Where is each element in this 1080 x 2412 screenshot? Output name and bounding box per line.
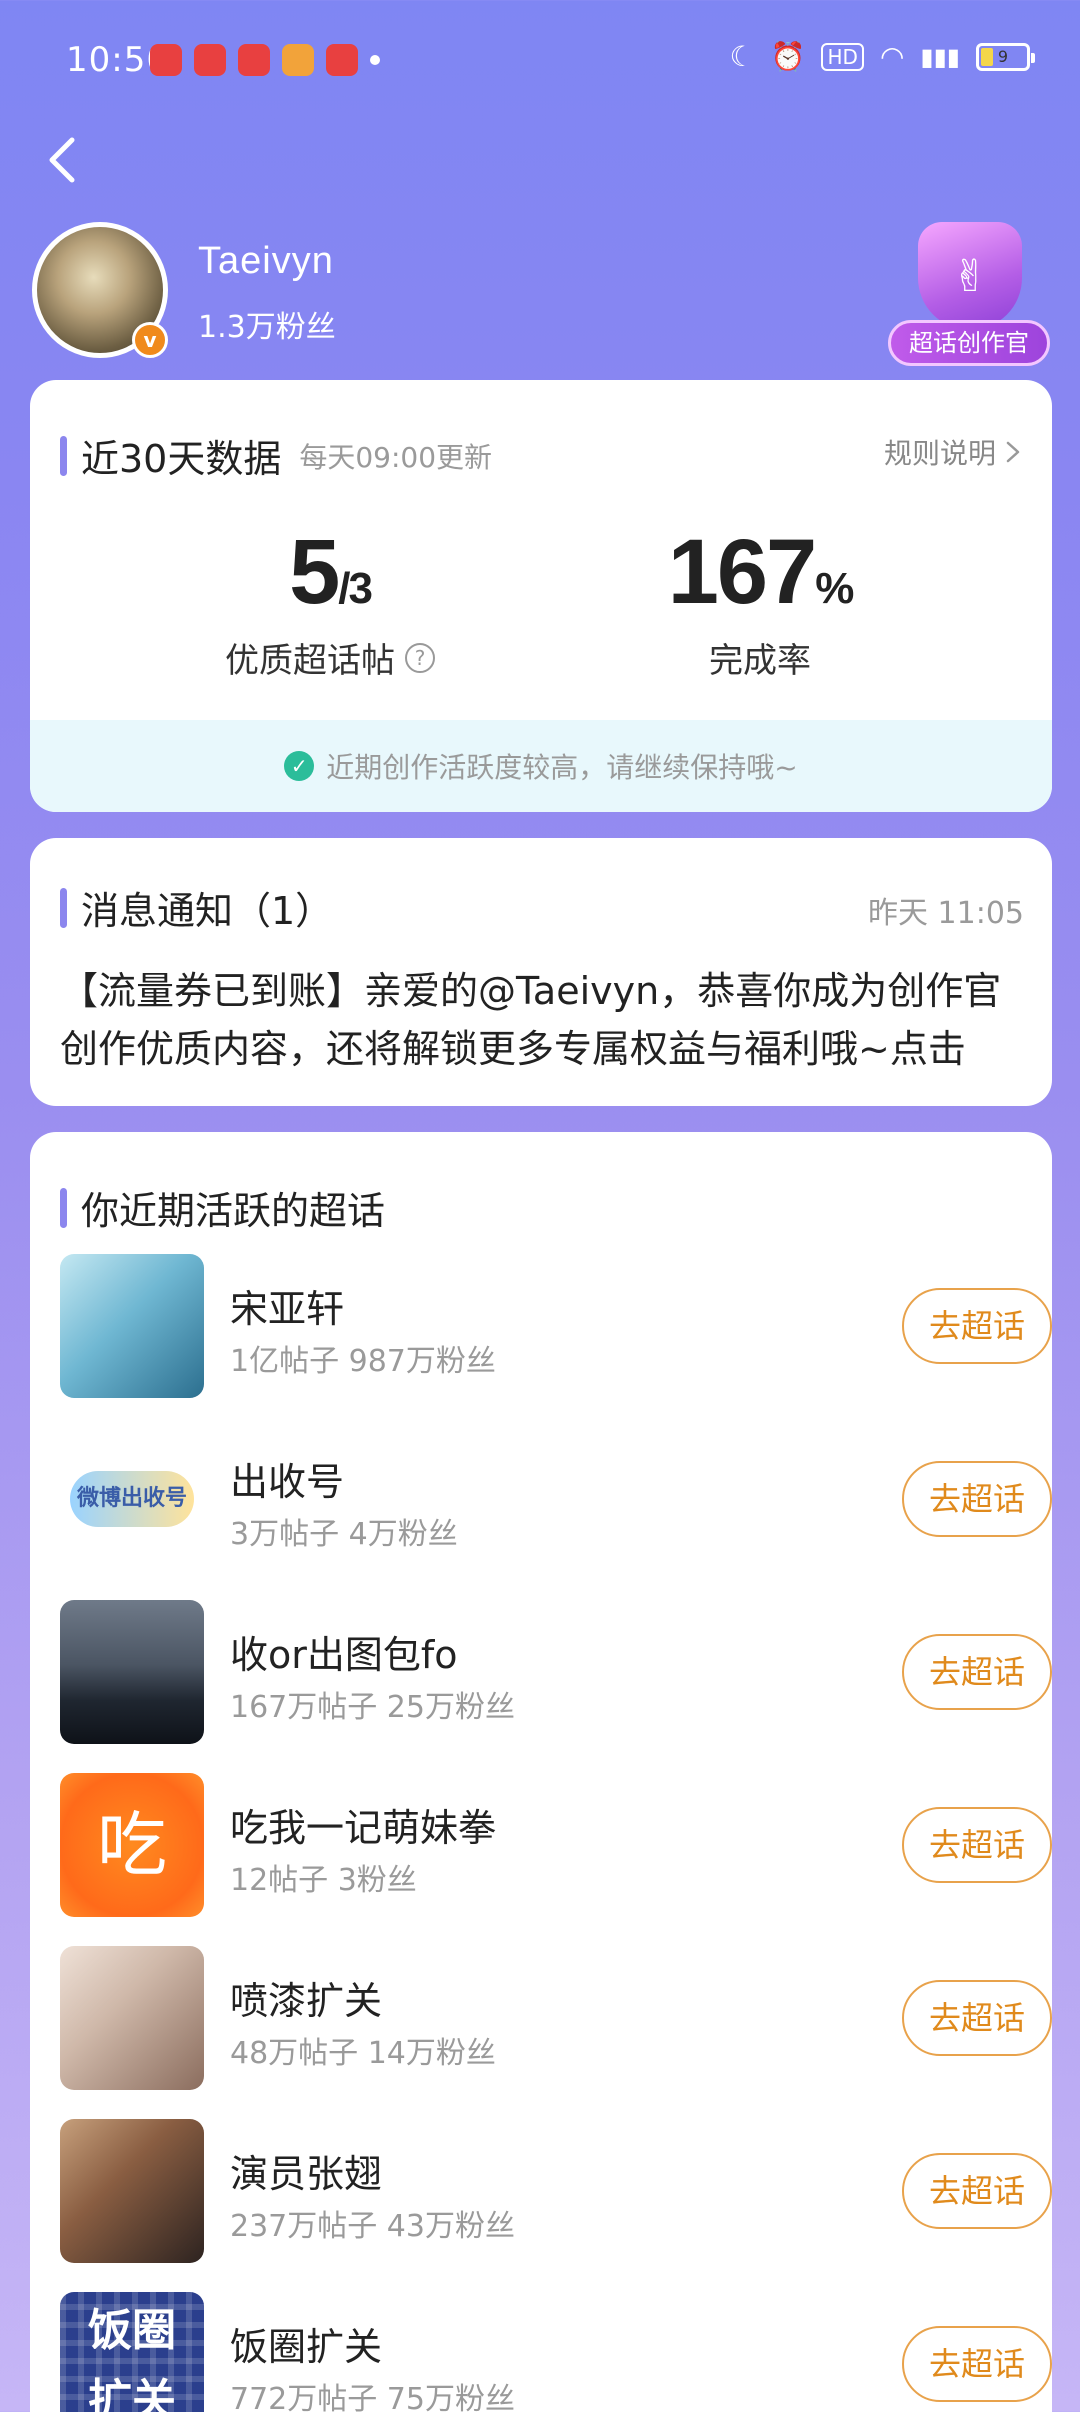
go-topic-button[interactable]: 去超话 bbox=[902, 1634, 1052, 1710]
back-button[interactable] bbox=[34, 130, 94, 190]
netease-music-icon bbox=[238, 44, 270, 76]
chevron-right-icon bbox=[1006, 441, 1020, 463]
topic-name: 饭圈扩关 bbox=[230, 2325, 383, 2369]
topic-thumbnail: 微博出收号 bbox=[60, 1427, 204, 1571]
completion-value: 167 bbox=[667, 521, 817, 623]
title-accent-bar bbox=[60, 887, 67, 928]
topic-stats: 237万帖子 43万粉丝 bbox=[230, 2209, 515, 2244]
stats-update-time: 每天09:00更新 bbox=[299, 440, 493, 474]
hd-icon: HD bbox=[821, 42, 864, 71]
status-bar: 10:50 ☾ ⏰ HD ◠ ▮▮▮ 9 bbox=[0, 0, 1080, 120]
go-topic-button[interactable]: 去超话 bbox=[902, 1288, 1052, 1364]
moon-icon: ☾ bbox=[729, 40, 755, 73]
battery-level: 9 bbox=[997, 47, 1009, 66]
quality-posts-label-row: 优质超话帖 ? bbox=[180, 633, 480, 682]
wifi-icon: ◠ bbox=[879, 40, 905, 73]
system-icons: ☾ ⏰ HD ◠ ▮▮▮ 9 bbox=[729, 40, 1035, 73]
topic-stats: 48万帖子 14万粉丝 bbox=[230, 2036, 496, 2071]
topics-title: 你近期活跃的超话 bbox=[81, 1189, 386, 1233]
go-topic-button[interactable]: 去超话 bbox=[902, 2153, 1052, 2229]
topic-stats: 167万帖子 25万粉丝 bbox=[230, 1690, 515, 1725]
creator-badge-shield-icon: ✌ bbox=[918, 222, 1022, 330]
topic-item[interactable]: 宋亚轩 1亿帖子 987万粉丝 去超话 bbox=[60, 1254, 1052, 1398]
topic-item[interactable]: 吃 吃我一记萌妹拳 12帖子 3粉丝 去超话 bbox=[60, 1773, 1052, 1917]
stats-title: 近30天数据 bbox=[81, 437, 282, 481]
topic-name: 喷漆扩关 bbox=[230, 1979, 383, 2023]
creator-badge[interactable]: ✌ 超话创作官 bbox=[888, 222, 1050, 372]
title-accent-bar bbox=[60, 1187, 67, 1228]
completion-rate-stat: 167% 完成率 bbox=[610, 520, 910, 682]
message-card[interactable]: 消息通知（1） 昨天 11:05 【流量券已到账】亲爱的@Taeivyn，恭喜你… bbox=[30, 838, 1052, 1106]
message-line-1: 【流量券已到账】亲爱的@Taeivyn，恭喜你成为创作官 bbox=[60, 969, 1002, 1013]
activity-tip: ✓ 近期创作活跃度较高，请继续保持哦~ bbox=[30, 720, 1052, 812]
topic-thumbnail bbox=[60, 2119, 204, 2263]
rules-link[interactable]: 规则说明 bbox=[884, 432, 1022, 472]
topic-item[interactable]: 微博出收号 出收号 3万帖子 4万粉丝 去超话 bbox=[60, 1427, 1052, 1571]
topic-stats: 12帖子 3粉丝 bbox=[230, 1863, 417, 1898]
topic-thumbnail: 饭圈扩关 bbox=[60, 2292, 204, 2412]
battery-icon: 9 bbox=[976, 42, 1035, 71]
completion-label: 完成率 bbox=[709, 641, 811, 681]
active-topics-card: 你近期活跃的超话 宋亚轩 1亿帖子 987万粉丝 去超话 微博出收号 出收号 3… bbox=[30, 1132, 1052, 2412]
app-notification-icon bbox=[326, 44, 358, 76]
topic-thumbnail: 吃 bbox=[60, 1773, 204, 1917]
stats-card: 近30天数据 每天09:00更新 规则说明 5/3 优质超话帖 ? 167% 完… bbox=[30, 380, 1052, 812]
signal-icon: ▮▮▮ bbox=[920, 42, 960, 71]
topic-item[interactable]: 饭圈扩关 饭圈扩关 772万帖子 75万粉丝 去超话 bbox=[60, 2292, 1052, 2412]
chevron-left-icon bbox=[49, 137, 75, 183]
topic-stats: 1亿帖子 987万粉丝 bbox=[230, 1344, 496, 1379]
go-topic-button[interactable]: 去超话 bbox=[902, 1980, 1052, 2056]
go-topic-button[interactable]: 去超话 bbox=[902, 2326, 1052, 2402]
topic-thumbnail bbox=[60, 1946, 204, 2090]
fans-count: 1.3万粉丝 bbox=[198, 310, 336, 345]
message-title: 消息通知（1） bbox=[81, 889, 334, 933]
completion-unit: % bbox=[815, 564, 854, 613]
topic-item[interactable]: 收or出图包fo 167万帖子 25万粉丝 去超话 bbox=[60, 1600, 1052, 1744]
topic-name: 宋亚轩 bbox=[230, 1287, 345, 1331]
app-notification-icon bbox=[150, 44, 182, 76]
topic-stats: 772万帖子 75万粉丝 bbox=[230, 2382, 515, 2412]
topic-item[interactable]: 演员张翅 237万帖子 43万粉丝 去超话 bbox=[60, 2119, 1052, 2263]
quality-posts-target: /3 bbox=[338, 564, 373, 613]
topic-name: 出收号 bbox=[230, 1460, 345, 1504]
topic-thumbnail bbox=[60, 1600, 204, 1744]
quality-posts-value-row: 5/3 bbox=[180, 520, 480, 625]
topic-name: 吃我一记萌妹拳 bbox=[230, 1806, 497, 1850]
username: Taeivyn bbox=[198, 240, 334, 282]
stats-title-row: 近30天数据 每天09:00更新 bbox=[60, 428, 492, 483]
message-title-row: 消息通知（1） bbox=[60, 880, 333, 935]
topic-stats: 3万帖子 4万粉丝 bbox=[230, 1517, 458, 1552]
more-notifications-dot-icon bbox=[370, 55, 380, 65]
verified-badge-icon: v bbox=[132, 322, 168, 358]
topics-title-row: 你近期活跃的超话 bbox=[60, 1180, 385, 1235]
message-line-2: 创作优质内容，还将解锁更多专属权益与福利哦~点击 bbox=[60, 1027, 966, 1071]
go-topic-button[interactable]: 去超话 bbox=[902, 1461, 1052, 1537]
quality-posts-stat: 5/3 优质超话帖 ? bbox=[180, 520, 480, 682]
message-time: 昨天 11:05 bbox=[868, 896, 1024, 931]
rules-link-label: 规则说明 bbox=[883, 437, 996, 470]
activity-tip-text: 近期创作活跃度较高，请继续保持哦~ bbox=[326, 751, 798, 784]
alarm-icon: ⏰ bbox=[770, 40, 806, 73]
quality-posts-label: 优质超话帖 bbox=[225, 641, 395, 681]
go-topic-button[interactable]: 去超话 bbox=[902, 1807, 1052, 1883]
title-accent-bar bbox=[60, 435, 67, 476]
topic-name: 演员张翅 bbox=[230, 2152, 383, 2196]
topic-logo-text: 饭圈扩关 bbox=[88, 2305, 176, 2412]
topic-name: 收or出图包fo bbox=[230, 1633, 458, 1677]
message-body: 【流量券已到账】亲爱的@Taeivyn，恭喜你成为创作官 创作优质内容，还将解锁… bbox=[60, 962, 1050, 1078]
topic-logo-text: 微博出收号 bbox=[70, 1471, 194, 1527]
weibo-icon bbox=[282, 44, 314, 76]
completion-label-row: 完成率 bbox=[610, 633, 910, 682]
topic-item[interactable]: 喷漆扩关 48万帖子 14万粉丝 去超话 bbox=[60, 1946, 1052, 2090]
creator-badge-label: 超话创作官 bbox=[888, 320, 1050, 366]
check-circle-icon: ✓ bbox=[284, 751, 315, 781]
app-notification-icon bbox=[194, 44, 226, 76]
completion-value-row: 167% bbox=[610, 520, 910, 625]
topic-thumbnail bbox=[60, 1254, 204, 1398]
quality-posts-value: 5 bbox=[289, 521, 340, 623]
help-icon[interactable]: ? bbox=[405, 642, 435, 673]
notification-icons bbox=[150, 44, 380, 76]
